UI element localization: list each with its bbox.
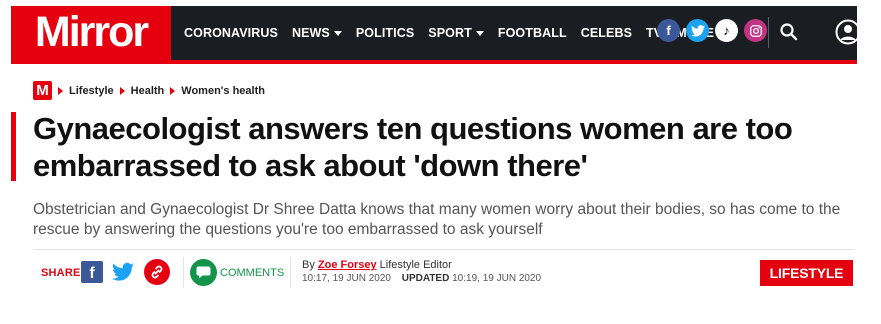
main-nav: CORONAVIRUS NEWS POLITICS SPORT FOOTBALL CELE… [171,6,861,60]
nav-item-label: FOOTBALL [497,26,567,40]
article-standfirst: Obstetrician and Gynaecologist Dr Shree … [33,201,841,238]
nav-item-coronavirus[interactable]: CORONAVIRUS [184,26,278,40]
site-header: Mirror CORONAVIRUS NEWS POLITICS SPORT FOOTB… [0,0,881,64]
nav-item-label: NEWS [291,26,330,40]
search-icon[interactable] [779,22,799,42]
nav-item-sport[interactable]: SPORT [428,26,484,40]
article-headline: Gynaecologist answers ten questions wome… [33,111,793,183]
breadcrumb-arrow-icon [58,86,63,95]
author-link[interactable]: Zoe Forsey [318,259,377,271]
share-facebook-icon[interactable]: f [81,261,103,283]
nav-items: CORONAVIRUS NEWS POLITICS SPORT FOOTBALL CELE… [184,6,727,60]
share-label: SHARE [41,267,81,279]
nav-item-politics[interactable]: POLITICS [356,26,414,40]
mirror-logo[interactable]: Mirror [11,6,171,60]
breadcrumb-arrow-icon [119,86,125,95]
breadcrumb-item-womens-health[interactable]: Women's health [181,85,265,97]
breadcrumb-arrow-icon [170,86,176,95]
comments-button[interactable]: COMMENTS [220,267,284,279]
updated-time: 10:19, 19 JUN 2020 [452,273,542,284]
instagram-icon[interactable] [744,19,767,42]
chevron-down-icon [333,30,342,36]
breadcrumb-item-lifestyle[interactable]: Lifestyle [69,85,114,97]
nav-item-news[interactable]: NEWS [292,26,342,40]
mirror-m-badge[interactable]: M [33,81,52,100]
tiktok-icon[interactable]: ♪ [715,19,738,42]
header-red-rule [11,60,857,64]
divider [183,257,184,288]
divider [290,257,291,288]
section-tag-lifestyle[interactable]: LIFESTYLE [760,260,853,286]
nav-item-label: CELEBS [580,26,633,40]
updated-label: UPDATED [401,273,450,284]
byline-prefix: By [302,259,315,271]
nav-item-label: SPORT [428,26,472,40]
share-twitter-icon[interactable] [112,262,134,284]
breadcrumb: M Lifestyle Health Women's health [33,81,265,100]
nav-item-label: POLITICS [355,26,415,40]
nav-item-celebs[interactable]: CELEBS [581,26,632,40]
nav-divider [768,17,769,48]
twitter-icon[interactable] [686,19,709,42]
divider [33,249,855,250]
chevron-down-icon [475,30,484,36]
facebook-icon[interactable]: f [657,19,680,42]
published-time: 10:17, 19 JUN 2020 [302,273,391,284]
nav-item-football[interactable]: FOOTBALL [498,26,567,40]
nav-item-label: CORONAVIRUS [184,26,278,40]
headline-accent-bar [11,112,16,181]
social-links: f ♪ [657,19,767,42]
account-icon[interactable] [835,19,861,45]
article-timestamps: 10:17, 19 JUN 2020 UPDATED 10:19, 19 JUN… [302,273,541,284]
comments-icon[interactable] [190,259,217,286]
author-role: Lifestyle Editor [379,259,452,271]
byline: By Zoe Forsey Lifestyle Editor [302,259,452,271]
logo-text: Mirror [34,8,149,56]
share-link-icon[interactable] [144,259,170,285]
breadcrumb-item-health[interactable]: Health [131,85,165,97]
